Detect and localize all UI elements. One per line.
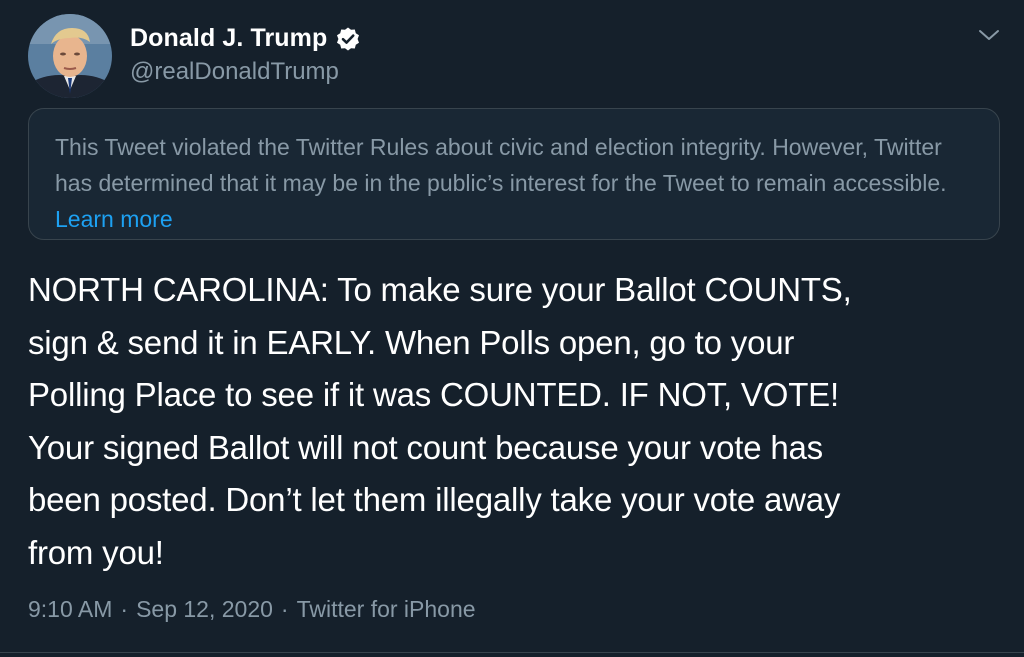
display-name[interactable]: Donald J. Trump	[130, 24, 327, 53]
avatar[interactable]	[28, 14, 112, 98]
tweet-time[interactable]: 9:10 AM	[28, 596, 112, 623]
divider	[0, 652, 1024, 653]
tweet-text: NORTH CAROLINA: To make sure your Ballot…	[28, 271, 852, 571]
meta-separator: ·	[120, 596, 129, 622]
notice-text: This Tweet violated the Twitter Rules ab…	[55, 134, 947, 196]
tweet-date[interactable]: Sep 12, 2020	[136, 596, 273, 623]
rules-violation-notice: This Tweet violated the Twitter Rules ab…	[28, 108, 1000, 240]
tweet-card: Donald J. Trump @realDonaldTrump This Tw…	[0, 0, 1024, 657]
avatar-image	[28, 14, 112, 98]
tweet-meta: 9:10 AM · Sep 12, 2020 · Twitter for iPh…	[28, 596, 476, 623]
user-name-row: Donald J. Trump	[130, 24, 361, 53]
user-handle[interactable]: @realDonaldTrump	[130, 58, 339, 86]
chevron-down-icon[interactable]	[976, 24, 1002, 46]
tweet-source[interactable]: Twitter for iPhone	[297, 596, 476, 623]
verified-badge-icon	[335, 26, 361, 52]
learn-more-link[interactable]: Learn more	[55, 206, 173, 232]
meta-separator: ·	[280, 596, 289, 622]
